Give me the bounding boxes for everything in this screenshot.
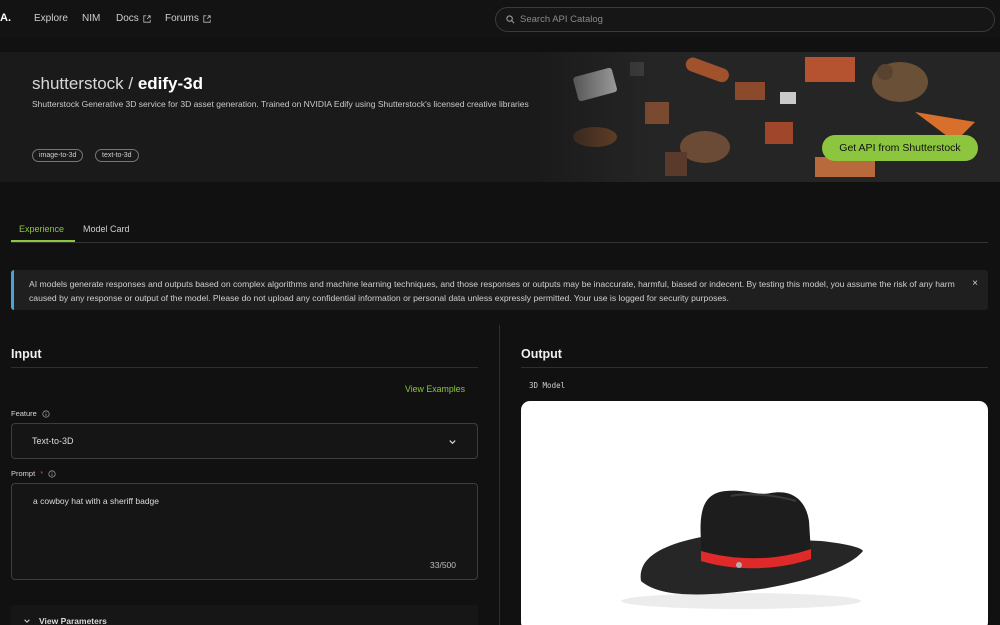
feature-label: Feature xyxy=(11,409,50,418)
input-section-divider xyxy=(11,367,478,368)
required-marker: * xyxy=(40,469,44,478)
view-parameters-label: View Parameters xyxy=(39,616,107,625)
model-description: Shutterstock Generative 3D service for 3… xyxy=(32,99,529,109)
nav-forums[interactable]: Forums xyxy=(165,13,211,24)
nav-docs[interactable]: Docs xyxy=(116,13,151,24)
chevron-down-icon xyxy=(449,440,456,445)
tab-model-card[interactable]: Model Card xyxy=(83,224,130,234)
nav-nim[interactable]: NIM xyxy=(82,13,100,24)
view-examples-link[interactable]: View Examples xyxy=(405,384,465,394)
tabs-divider xyxy=(11,242,988,243)
output-section-divider xyxy=(521,367,988,368)
page-title: shutterstock / edify-3d xyxy=(32,74,204,93)
hero-3d-assets-image xyxy=(535,52,1000,182)
close-icon[interactable]: × xyxy=(972,278,978,289)
3d-model-viewer[interactable] xyxy=(521,401,988,625)
model-hero: shutterstock / edify-3d Shutterstock Gen… xyxy=(0,52,1000,182)
prompt-text: a cowboy hat with a sheriff badge xyxy=(33,496,160,506)
get-api-button[interactable]: Get API from Shutterstock xyxy=(822,135,978,161)
logo[interactable]: A. xyxy=(0,12,11,24)
input-section-title: Input xyxy=(11,347,42,361)
feature-select[interactable]: Text-to-3D xyxy=(11,423,478,459)
tag-image-to-3d[interactable]: image-to-3d xyxy=(32,149,84,162)
feature-select-value: Text-to-3D xyxy=(32,436,74,446)
model-output-label: 3D Model xyxy=(529,381,566,390)
panel-divider xyxy=(499,325,500,625)
cowboy-hat-model-image xyxy=(621,490,863,609)
top-nav: A. Explore NIM Docs Forums xyxy=(0,0,1000,38)
prompt-textarea[interactable]: a cowboy hat with a sheriff badge 33/500 xyxy=(11,483,478,580)
disclaimer-text: AI models generate responses and outputs… xyxy=(29,279,955,303)
external-link-icon xyxy=(203,14,211,23)
view-parameters-toggle[interactable]: View Parameters xyxy=(11,605,478,625)
search-input[interactable] xyxy=(520,14,980,25)
tab-experience[interactable]: Experience xyxy=(19,224,64,234)
info-icon[interactable] xyxy=(42,409,50,418)
output-section-title: Output xyxy=(521,347,562,361)
tag-text-to-3d[interactable]: text-to-3d xyxy=(95,149,139,162)
nav-explore[interactable]: Explore xyxy=(34,13,68,24)
info-icon[interactable] xyxy=(48,469,56,478)
search-bar[interactable] xyxy=(495,7,995,32)
chevron-down-icon xyxy=(24,619,30,623)
disclaimer-banner: AI models generate responses and outputs… xyxy=(11,270,988,310)
prompt-label: Prompt * xyxy=(11,469,56,478)
search-icon xyxy=(506,15,515,24)
external-link-icon xyxy=(143,14,151,23)
character-counter: 33/500 xyxy=(430,560,456,570)
